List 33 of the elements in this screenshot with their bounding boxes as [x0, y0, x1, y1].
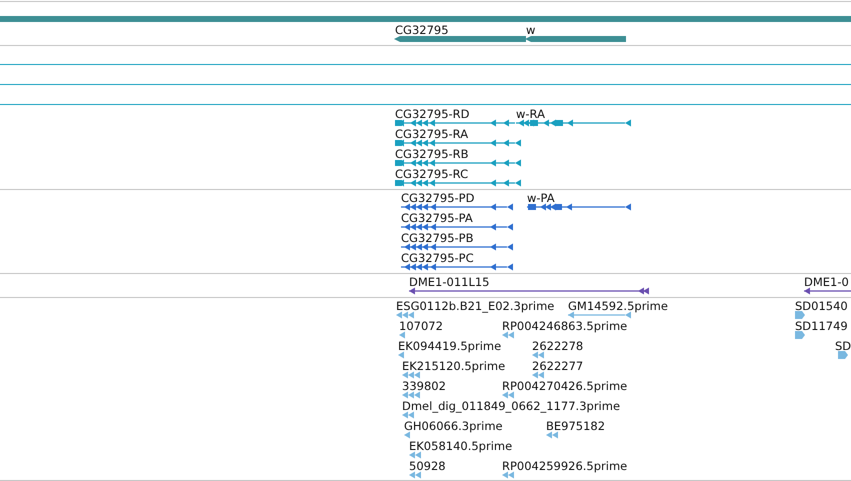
feature-label: w-RA: [516, 107, 545, 121]
feature-label: CG32795-RD: [395, 107, 470, 121]
feature-label: DME1-0: [804, 275, 849, 289]
feature-label: CG32795-RB: [395, 147, 469, 161]
feature-label: CG32795-RC: [395, 167, 468, 181]
feature-label: CG32795-RA: [395, 127, 468, 141]
feature-label: GM14592.5prime: [568, 299, 668, 313]
feature-label: 107072: [399, 319, 443, 333]
feature-label: 339802: [402, 379, 446, 393]
feature-label: w: [526, 23, 536, 37]
feature-label: CG32795-PB: [401, 231, 474, 245]
feature-label: GH06066.3prime: [404, 419, 503, 433]
feature-label: RP004270426.5prime: [502, 379, 628, 393]
feature-label: RP004246863.5prime: [502, 319, 628, 333]
feature-label: 2622278: [532, 339, 584, 353]
feature-label: BE975182: [546, 419, 606, 433]
feature-label: EK094419.5prime: [398, 339, 502, 353]
feature-label: 2622277: [532, 359, 584, 373]
feature-label: 50928: [409, 459, 446, 473]
feature-label: CG32795-PC: [401, 251, 474, 265]
feature-label: CG32795-PA: [401, 211, 473, 225]
feature-label: EK058140.5prime: [409, 439, 512, 453]
feature-label: SD01540: [795, 299, 848, 313]
feature-label: ESG0112b.B21_E02.3prime: [396, 299, 554, 313]
feature-label: EK215120.5prime: [402, 359, 506, 373]
feature-label: CG32795: [395, 23, 449, 37]
feature-label: RP004259926.5prime: [502, 459, 628, 473]
feature-label: w-PA: [527, 191, 555, 205]
feature-label: DME1-011L15: [409, 275, 490, 289]
feature-label: SD11749: [795, 319, 848, 333]
feature-label: Dmel_dig_011849_0662_1177.3prime: [402, 399, 620, 413]
feature-label: SD: [835, 339, 851, 353]
feature-label: CG32795-PD: [401, 191, 474, 205]
